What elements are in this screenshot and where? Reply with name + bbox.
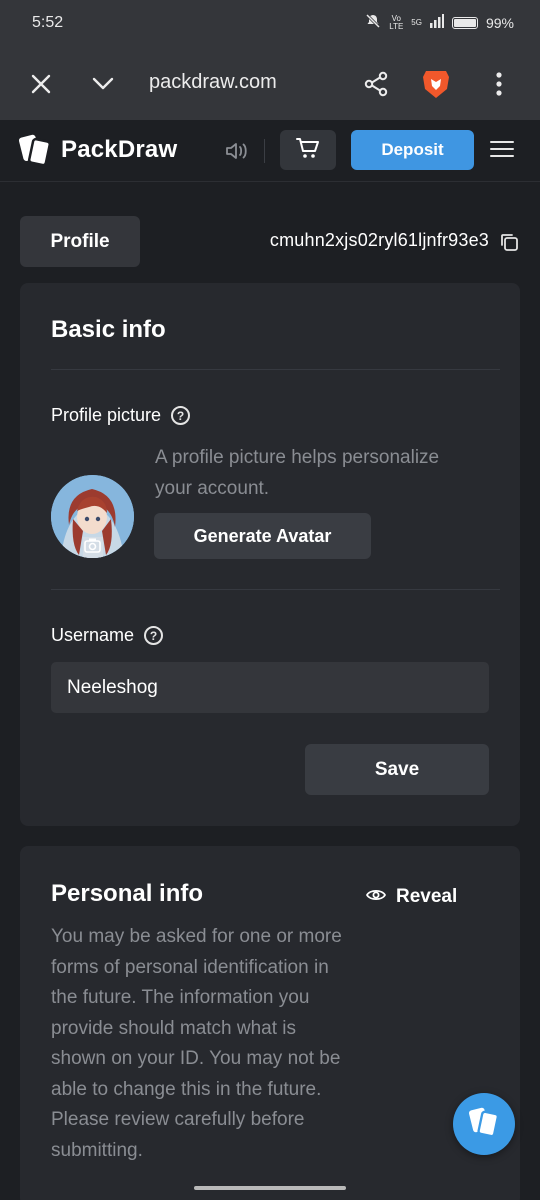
mute-icon (365, 13, 381, 32)
battery-percent: 99% (485, 14, 514, 31)
profile-picture-label: Profile picture ? (51, 405, 191, 426)
speaker-icon[interactable] (224, 139, 250, 168)
save-button[interactable]: Save (305, 744, 489, 795)
battery-icon (451, 16, 478, 29)
reveal-label: Reveal (396, 886, 458, 907)
username-label-text: Username (51, 625, 135, 645)
logo-text[interactable]: PackDraw (61, 136, 177, 164)
more-vertical-icon[interactable] (483, 68, 515, 100)
deposit-button[interactable]: Deposit (351, 130, 474, 170)
status-icons: Vo LTE 5G 99% (365, 13, 514, 32)
eye-icon (365, 886, 387, 908)
cards-icon (468, 1107, 500, 1142)
chevron-down-icon[interactable] (87, 68, 119, 100)
generate-avatar-button[interactable]: Generate Avatar (154, 513, 371, 559)
username-input[interactable]: Neeleshog (51, 662, 489, 713)
packdraw-floating-button[interactable] (453, 1093, 515, 1155)
divider (51, 369, 500, 370)
tab-profile[interactable]: Profile (20, 216, 140, 267)
personal-info-card: Personal info Reveal You may be asked fo… (20, 846, 520, 1200)
header-divider (264, 139, 265, 163)
share-icon[interactable] (360, 68, 392, 100)
packdraw-logo-icon[interactable] (18, 134, 52, 171)
cart-icon (296, 137, 320, 164)
reveal-button[interactable]: Reveal (365, 886, 458, 908)
site-header: PackDraw Deposit (0, 120, 540, 182)
brave-lion-icon[interactable] (420, 68, 452, 100)
status-time: 5:52 (32, 14, 64, 31)
basic-info-card: Basic info Profile picture ? A profile p… (20, 283, 520, 826)
basic-info-title: Basic info (51, 316, 166, 343)
home-indicator[interactable] (194, 1186, 346, 1190)
personal-info-title: Personal info (51, 880, 204, 907)
personal-info-description: You may be asked for one or more forms o… (51, 926, 342, 1161)
username-label: Username ? (51, 625, 164, 646)
volte-indicator: Vo LTE (389, 13, 404, 31)
address-bar-url[interactable]: packdraw.com (149, 71, 277, 94)
copy-icon[interactable] (499, 232, 519, 257)
hamburger-menu-icon[interactable] (490, 136, 518, 164)
status-bar: 5:52 Vo LTE 5G 99% (0, 0, 540, 48)
profile-picture-description: A profile picture helps personalize your… (155, 447, 440, 499)
cart-button[interactable] (280, 130, 336, 170)
network-5g-indicator: 5G (411, 17, 422, 27)
help-icon[interactable]: ? (144, 626, 164, 645)
avatar[interactable] (51, 475, 134, 558)
help-icon[interactable]: ? (171, 406, 191, 425)
profile-picture-label-text: Profile picture (51, 405, 162, 425)
close-icon[interactable] (25, 68, 57, 100)
user-id: cmuhn2xjs02ryl61ljnfr93e3 (269, 230, 489, 250)
signal-icon (429, 14, 444, 31)
divider (51, 589, 500, 590)
